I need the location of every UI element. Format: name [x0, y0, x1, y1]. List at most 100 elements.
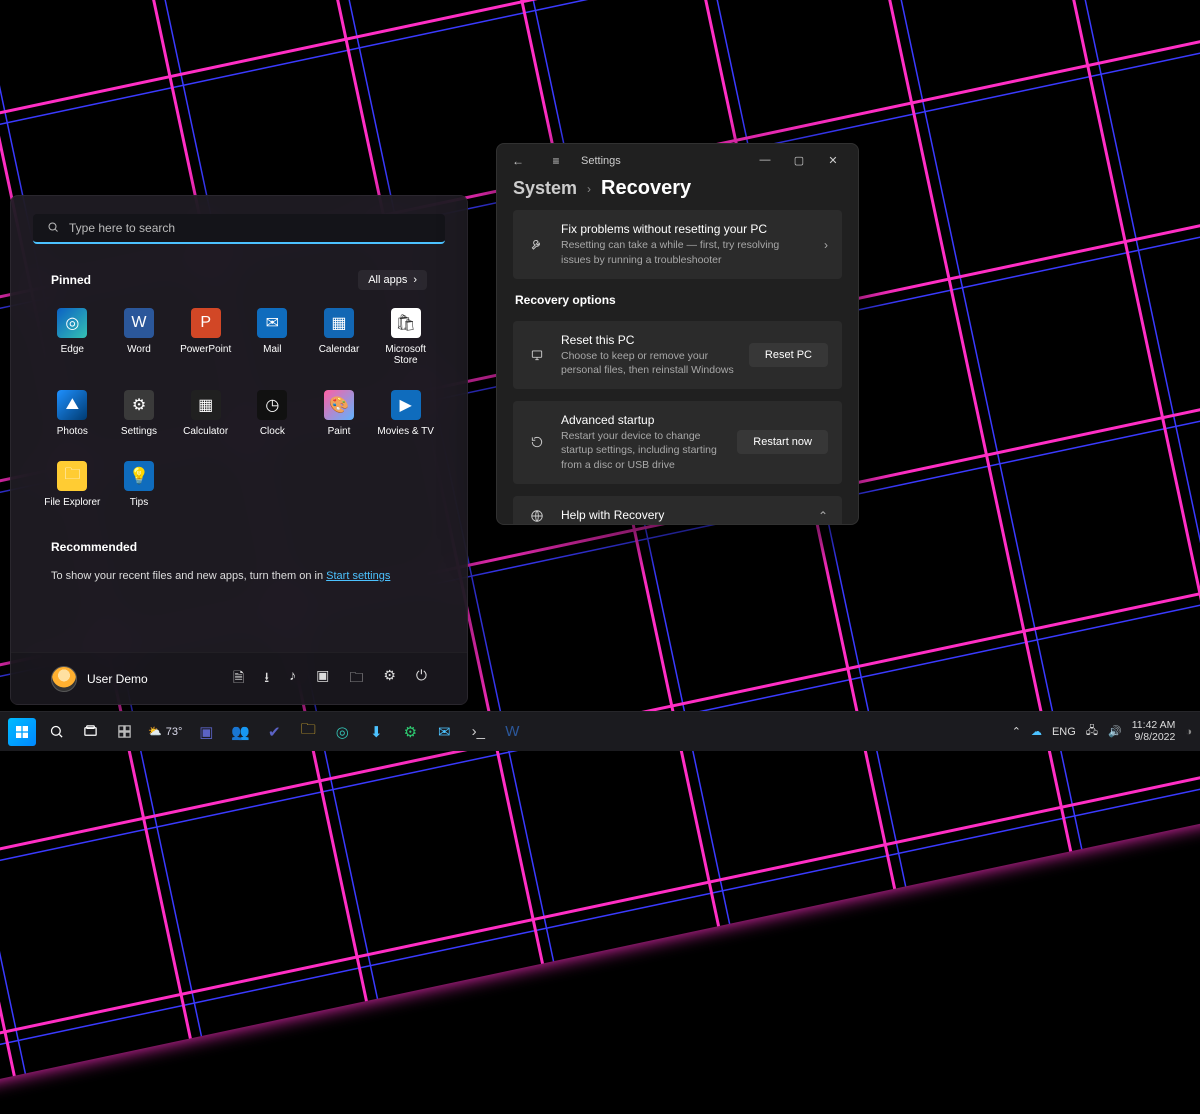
taskbar-app-edge[interactable]: ◎ [328, 718, 356, 746]
pinned-app[interactable]: 🎨Paint [306, 384, 373, 443]
explorer-icon[interactable]: 🗀 [349, 667, 363, 691]
fix-problems-card[interactable]: Fix problems without resetting your PC R… [513, 210, 842, 278]
pinned-app[interactable]: ◷Clock [239, 384, 306, 443]
app-label: Tips [130, 497, 149, 508]
taskbar-app-people[interactable]: 👥 [226, 718, 254, 746]
pinned-app[interactable]: ✉ Mail [239, 302, 306, 372]
weather-widget[interactable]: ⛅ 73° [144, 718, 186, 746]
reset-title: Reset this PC [561, 333, 735, 347]
reset-sub: Choose to keep or remove your personal f… [561, 349, 735, 377]
taskbar-search-icon[interactable] [42, 718, 70, 746]
taskbar-app-teams[interactable]: ▣ [192, 718, 220, 746]
app-icon: ◎ [57, 308, 87, 338]
window-title: Settings [581, 155, 621, 167]
app-icon: P [191, 308, 221, 338]
app-label: Mail [263, 344, 281, 355]
search-placeholder: Type here to search [69, 221, 175, 235]
chevron-right-icon: › [824, 238, 828, 252]
app-label: Calendar [319, 344, 360, 355]
help-with-recovery-card[interactable]: Help with Recovery ⌃ [513, 496, 842, 524]
maximize-icon[interactable]: ▢ [782, 154, 816, 167]
taskbar-app-store[interactable]: ⬇ [362, 718, 390, 746]
taskbar-app-settings[interactable]: ⚙ [396, 718, 424, 746]
pinned-grid: ◎EdgeWWordPPowerPoint ✉ Mail ▦ Calendar 🛍 Micr… [11, 300, 467, 514]
power-cycle-icon [527, 435, 547, 449]
help-title: Help with Recovery [561, 508, 804, 522]
system-tray: ⌃ ☁ ENG 🖧 🔊 11:42 AM 9/8/2022 ◑ [1012, 720, 1192, 743]
downloads-icon[interactable]: ⭳ [264, 667, 269, 691]
pinned-app[interactable]: WWord [106, 302, 173, 372]
pinned-app[interactable]: ⛰ Photos [39, 384, 106, 443]
close-icon[interactable]: ✕ [816, 154, 850, 167]
chevron-up-icon: ⌃ [818, 509, 828, 523]
breadcrumb-page: Recovery [601, 177, 691, 200]
start-settings-link[interactable]: Start settings [326, 570, 390, 582]
tray-focus-icon[interactable]: ◑ [1185, 726, 1192, 738]
globe-icon [527, 509, 547, 523]
pictures-icon[interactable]: ▣ [316, 667, 329, 691]
taskbar-app-mail[interactable]: ✉ [430, 718, 458, 746]
recovery-options-heading: Recovery options [513, 291, 842, 309]
start-menu: Type here to search Pinned All apps › ◎E… [10, 195, 468, 705]
widgets-icon[interactable] [110, 718, 138, 746]
tray-clock[interactable]: 11:42 AM 9/8/2022 [1132, 720, 1176, 743]
recommended-text: To show your recent files and new apps, … [11, 564, 467, 582]
power-icon[interactable]: ⏻ [416, 667, 427, 691]
app-icon: 🎨 [324, 390, 354, 420]
pinned-app[interactable]: ▦ Calendar [306, 302, 373, 372]
pinned-app[interactable]: ▶Movies & TV [372, 384, 439, 443]
pinned-app[interactable]: 🗀File Explorer [39, 455, 106, 514]
taskbar-app-explorer[interactable]: 🗀 [294, 718, 322, 746]
pinned-app[interactable]: 💡Tips [106, 455, 173, 514]
taskbar-app-todo[interactable]: ✔ [260, 718, 288, 746]
pinned-app[interactable]: PPowerPoint [172, 302, 239, 372]
all-apps-button[interactable]: All apps › [358, 270, 427, 290]
breadcrumb-parent[interactable]: System [513, 178, 577, 199]
music-icon[interactable]: ♪ [289, 667, 296, 691]
app-icon: 🗀 [57, 461, 87, 491]
app-icon: ◷ [257, 390, 287, 420]
settings-gear-icon[interactable]: ⚙ [383, 667, 396, 691]
app-icon: 🛍 [391, 308, 421, 338]
app-label: Photos [57, 426, 88, 437]
avatar [51, 666, 77, 692]
pinned-app[interactable]: ◎Edge [39, 302, 106, 372]
tray-time: 11:42 AM [1132, 720, 1176, 732]
user-account-button[interactable]: User Demo [51, 666, 148, 692]
tray-lang[interactable]: ENG [1052, 726, 1076, 738]
tray-overflow-icon[interactable]: ⌃ [1012, 725, 1021, 738]
start-search-box[interactable]: Type here to search [33, 214, 445, 244]
advanced-title: Advanced startup [561, 413, 723, 427]
fix-sub: Resetting can take a while — first, try … [561, 238, 810, 266]
breadcrumb: System › Recovery [497, 177, 858, 210]
minimize-icon[interactable]: — [748, 154, 782, 167]
app-label: Microsoft Store [372, 344, 439, 366]
chevron-right-icon: › [587, 182, 591, 196]
tray-date: 9/8/2022 [1132, 732, 1176, 744]
start-button[interactable] [8, 718, 36, 746]
reset-icon [527, 348, 547, 362]
app-label: Word [127, 344, 151, 355]
tray-volume-icon[interactable]: 🔊 [1108, 725, 1122, 738]
advanced-startup-card: Advanced startup Restart your device to … [513, 401, 842, 484]
menu-icon[interactable]: ≡ [543, 154, 569, 168]
task-view-icon[interactable] [76, 718, 104, 746]
documents-icon[interactable]: 🗎 [233, 667, 244, 691]
pinned-app[interactable]: ⚙Settings [106, 384, 173, 443]
pinned-app[interactable]: 🛍 Microsoft Store [372, 302, 439, 372]
restart-now-button[interactable]: Restart now [737, 430, 828, 454]
reset-pc-card: Reset this PC Choose to keep or remove y… [513, 321, 842, 389]
taskbar-app-word[interactable]: W [498, 718, 526, 746]
pinned-app[interactable]: ▦Calculator [172, 384, 239, 443]
search-icon [47, 221, 59, 236]
app-icon: ⛰ [57, 390, 87, 420]
reset-pc-button[interactable]: Reset PC [749, 343, 828, 367]
app-icon: ▦ [324, 308, 354, 338]
back-icon[interactable]: ← [505, 154, 531, 168]
tray-onedrive-icon[interactable]: ☁ [1031, 725, 1042, 738]
advanced-sub: Restart your device to change startup se… [561, 429, 723, 472]
tray-network-icon[interactable]: 🖧 [1086, 722, 1098, 741]
fix-title: Fix problems without resetting your PC [561, 222, 810, 236]
taskbar-app-terminal[interactable]: ›_ [464, 718, 492, 746]
app-icon: ✉ [257, 308, 287, 338]
